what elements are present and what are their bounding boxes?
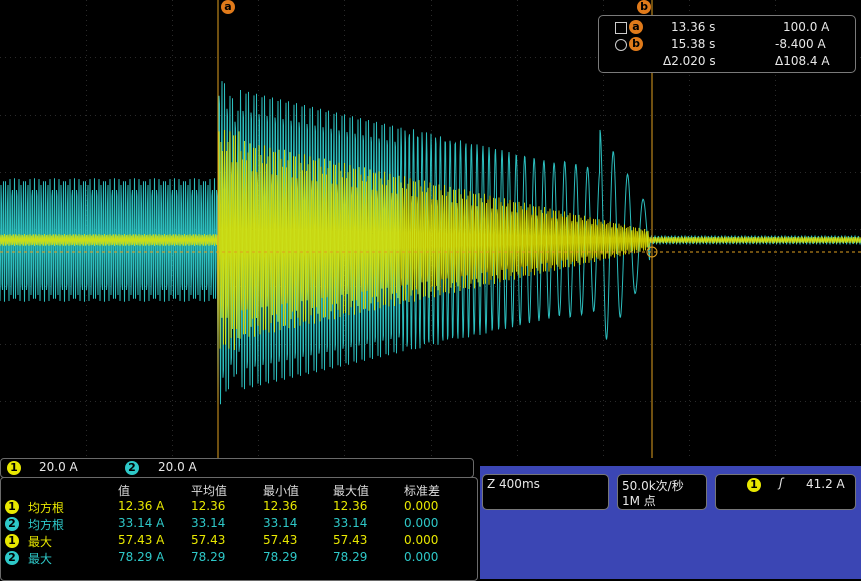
cell-mean: 57.43 xyxy=(191,533,226,547)
header-stddev: 标准差 xyxy=(404,484,441,498)
cursor-a-value: 100.0 A xyxy=(783,20,830,34)
circle-icon xyxy=(615,39,627,51)
header-min: 最小值 xyxy=(263,484,300,498)
cell-mean: 78.29 xyxy=(191,550,226,564)
channel-1-badge: 1 xyxy=(5,500,19,514)
table-row[interactable]: 1 均方根 12.36 A 12.36 12.36 12.36 0.000 xyxy=(1,499,477,517)
table-row[interactable]: 1 最大 57.43 A 57.43 57.43 57.43 0.000 xyxy=(1,533,477,551)
measurement-table[interactable]: 值 平均值 最小值 最大值 标准差 1 均方根 12.36 A 12.36 12… xyxy=(0,477,478,581)
square-icon xyxy=(615,22,627,34)
trigger-level: 41.2 A xyxy=(806,477,845,491)
cell-value: 57.43 A xyxy=(118,533,165,547)
table-row[interactable]: 2 最大 78.29 A 78.29 78.29 78.29 0.000 xyxy=(1,550,477,568)
cell-value: 33.14 A xyxy=(118,516,165,530)
cursor-b-time: 15.38 s xyxy=(671,37,716,51)
cell-value: 12.36 A xyxy=(118,499,165,513)
cell-min: 78.29 xyxy=(263,550,298,564)
channel-scale-bar[interactable]: 1 20.0 A 2 20.0 A xyxy=(0,458,474,478)
cursor-a-time: 13.36 s xyxy=(671,20,716,34)
cursor-b-value: -8.400 A xyxy=(775,37,826,51)
cursor-readout[interactable]: a 13.36 s 100.0 A b 15.38 s -8.400 A Δ2.… xyxy=(598,15,856,73)
rising-edge-icon: ʃ xyxy=(779,476,784,490)
cell-stddev: 0.000 xyxy=(404,533,439,547)
zoom-readout: Z 400ms xyxy=(487,477,540,491)
channel-2-badge[interactable]: 2 xyxy=(125,461,139,475)
cursor-a-marker[interactable]: a xyxy=(221,0,235,14)
cell-stddev: 0.000 xyxy=(404,499,439,513)
cell-stddev: 0.000 xyxy=(404,516,439,530)
acquisition-panel[interactable]: 50.0k次/秒 1M 点 xyxy=(617,474,707,510)
header-value: 值 xyxy=(118,484,131,498)
cell-min: 33.14 xyxy=(263,516,298,530)
channel-1-scale[interactable]: 20.0 A xyxy=(39,460,78,474)
channel-1-badge[interactable]: 1 xyxy=(7,461,21,475)
channel-2-badge: 2 xyxy=(5,517,19,531)
record-length: 1M 点 xyxy=(622,494,656,508)
cursor-b-marker[interactable]: b xyxy=(637,0,651,14)
measurement-name: 均方根 xyxy=(28,518,65,532)
cursor-delta-value: Δ108.4 A xyxy=(775,54,830,68)
cell-max: 78.29 xyxy=(333,550,368,564)
channel-1-badge: 1 xyxy=(5,534,19,548)
cursor-delta-time: Δ2.020 s xyxy=(663,54,716,68)
cell-max: 12.36 xyxy=(333,499,368,513)
cell-max: 33.14 xyxy=(333,516,368,530)
cursor-b-badge: b xyxy=(629,37,643,51)
cell-stddev: 0.000 xyxy=(404,550,439,564)
cell-min: 57.43 xyxy=(263,533,298,547)
cursor-a-badge: a xyxy=(629,20,643,34)
cell-mean: 12.36 xyxy=(191,499,226,513)
measurement-name: 最大 xyxy=(28,535,53,549)
cell-max: 57.43 xyxy=(333,533,368,547)
horizontal-zoom-panel[interactable]: Z 400ms xyxy=(482,474,609,510)
cell-value: 78.29 A xyxy=(118,550,165,564)
trigger-source-badge: 1 xyxy=(747,478,761,492)
measurement-name: 均方根 xyxy=(28,501,65,515)
channel-2-badge: 2 xyxy=(5,551,19,565)
cell-min: 12.36 xyxy=(263,499,298,513)
trigger-panel[interactable]: 1 ʃ 41.2 A xyxy=(715,474,856,510)
table-row[interactable]: 2 均方根 33.14 A 33.14 33.14 33.14 0.000 xyxy=(1,516,477,534)
measurement-name: 最大 xyxy=(28,552,53,566)
header-max: 最大值 xyxy=(333,484,370,498)
channel-2-scale[interactable]: 20.0 A xyxy=(158,460,197,474)
header-mean: 平均值 xyxy=(191,484,228,498)
cell-mean: 33.14 xyxy=(191,516,226,530)
